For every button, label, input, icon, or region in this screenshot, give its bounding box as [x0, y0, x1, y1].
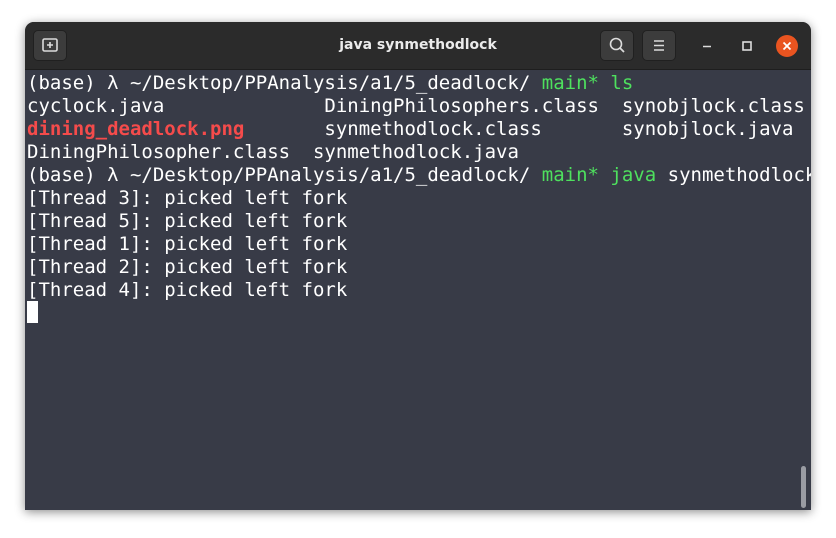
window-title: java synmethodlock — [339, 37, 497, 53]
command: java — [610, 164, 657, 186]
ls-entry-image: dining_deadlock.png — [27, 118, 245, 140]
output-line: [Thread 4]: picked left fork — [27, 279, 348, 301]
text-cursor — [27, 301, 38, 323]
ls-entry: cyclock.java — [27, 95, 325, 117]
output-line: [Thread 3]: picked left fork — [27, 187, 348, 209]
output-line: [Thread 5]: picked left fork — [27, 210, 348, 232]
ls-entry: DiningPhilosopher.class — [27, 141, 313, 163]
ls-entry: DiningPhilosophers.class — [324, 95, 622, 117]
output-line: [Thread 2]: picked left fork — [27, 256, 348, 278]
ls-entry: synmethodlock.java — [312, 141, 519, 163]
terminal-view[interactable]: (base) λ ~/Desktop/PPAnalysis/a1/5_deadl… — [25, 70, 811, 510]
hamburger-menu-icon — [654, 40, 664, 51]
output-line: [Thread 1]: picked left fork — [27, 233, 348, 255]
ls-entry: synobjlock.java — [621, 118, 794, 140]
header-bar: java synmethodlock — [25, 22, 811, 70]
ls-row: DiningPhilosopher.class synmethodlock.ja… — [27, 141, 811, 164]
prompt-path: (base) λ ~/Desktop/PPAnalysis/a1/5_deadl… — [27, 164, 542, 186]
menu-button[interactable] — [642, 30, 676, 61]
terminal-output: (base) λ ~/Desktop/PPAnalysis/a1/5_deadl… — [27, 72, 811, 302]
git-branch: main* — [541, 164, 599, 186]
minimize-icon — [703, 45, 711, 48]
ls-row: cyclock.java DiningPhilosophers.class sy… — [27, 95, 811, 118]
command: ls — [610, 72, 634, 94]
search-button[interactable] — [600, 30, 634, 61]
maximize-button[interactable] — [735, 34, 759, 58]
minimize-button[interactable] — [695, 34, 719, 58]
ls-entry: synobjlock.class — [621, 95, 805, 117]
git-branch: main* — [541, 72, 599, 94]
close-icon — [776, 35, 798, 57]
scrollbar[interactable] — [801, 466, 806, 508]
search-icon — [609, 37, 625, 53]
prompt-line: (base) λ ~/Desktop/PPAnalysis/a1/5_deadl… — [27, 72, 811, 95]
terminal-window: java synmethodlock (base) λ ~/Desktop/PP… — [25, 22, 811, 510]
maximize-icon — [742, 41, 752, 51]
ls-entry: synmethodlock.class — [324, 118, 622, 140]
ls-row: dining_deadlock.png synmethodlock.class … — [27, 118, 811, 141]
close-button[interactable] — [775, 34, 799, 58]
prompt-line: (base) λ ~/Desktop/PPAnalysis/a1/5_deadl… — [27, 164, 811, 187]
prompt-path: (base) λ ~/Desktop/PPAnalysis/a1/5_deadl… — [27, 72, 542, 94]
command-args: synmethodlock — [667, 164, 811, 186]
